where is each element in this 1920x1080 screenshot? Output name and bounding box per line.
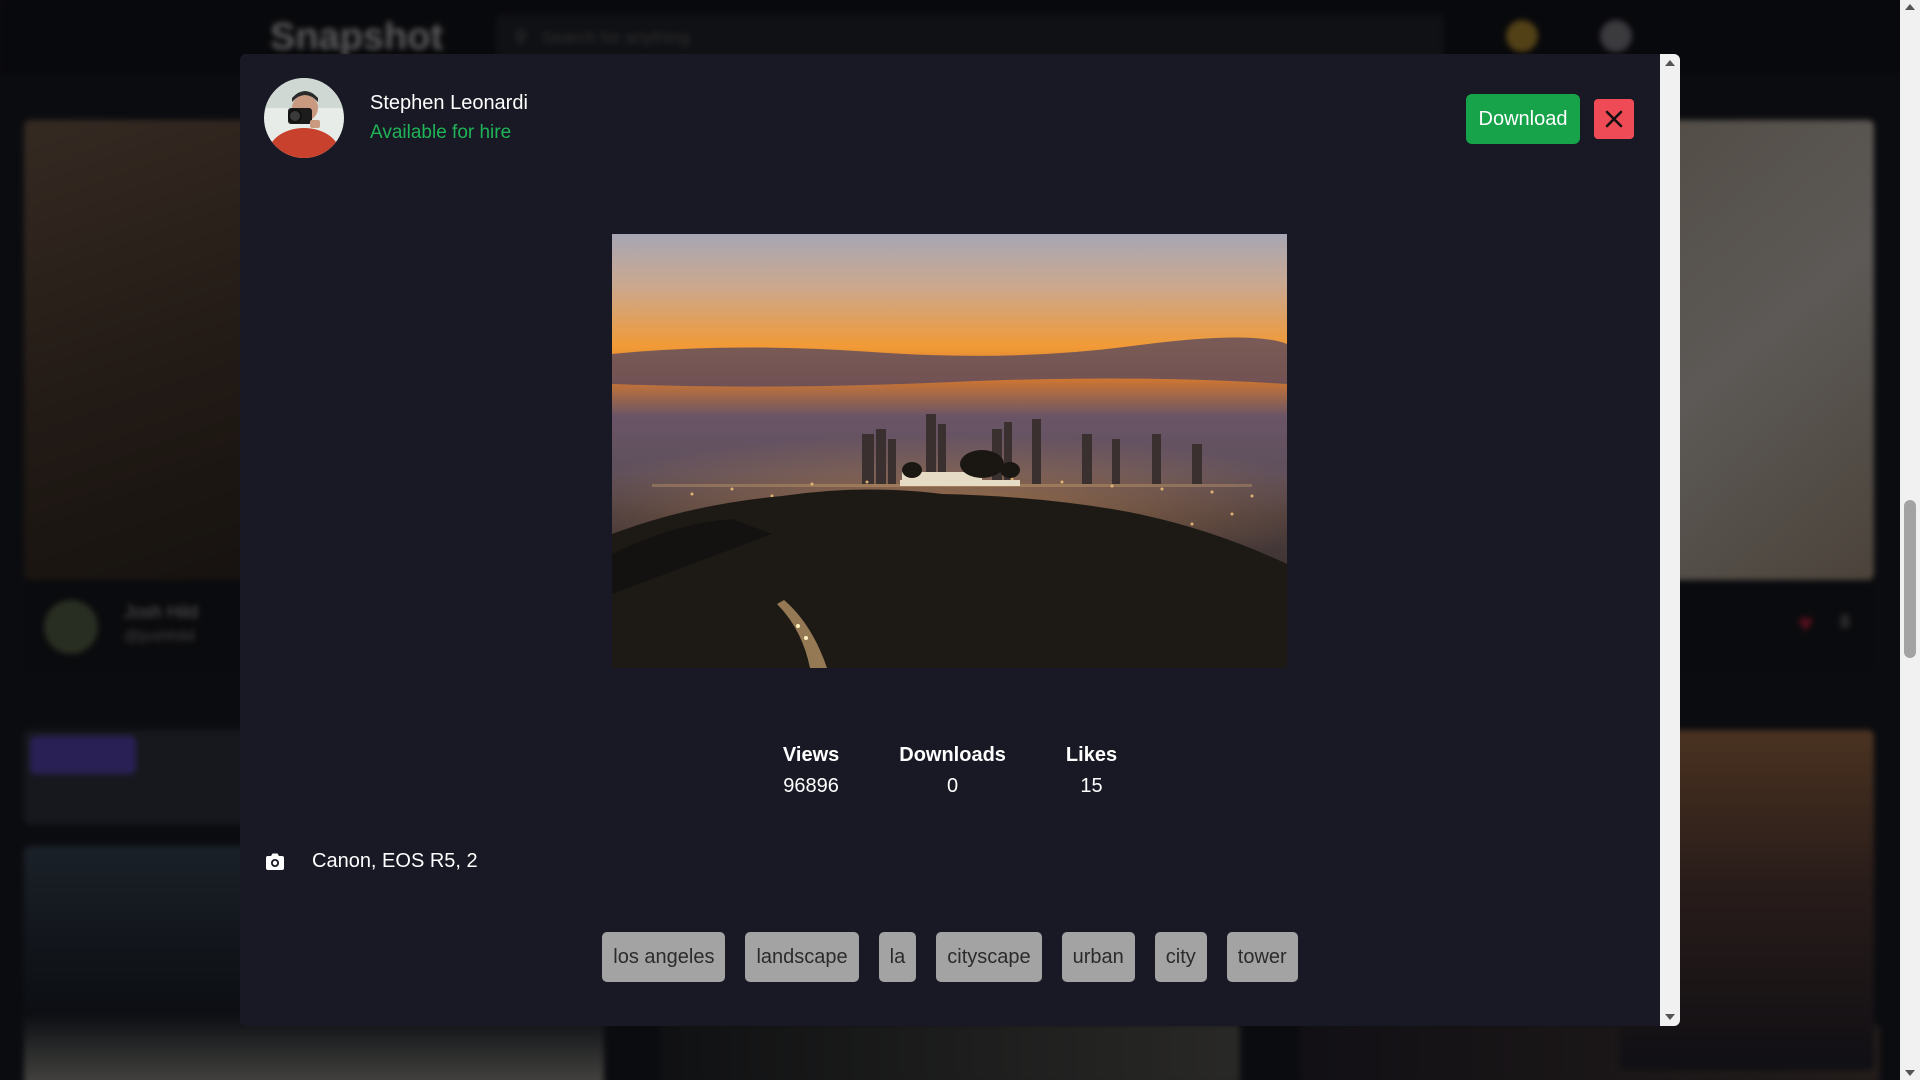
modal-scrollbar[interactable] xyxy=(1660,54,1680,1026)
stat-likes: Likes 15 xyxy=(1036,744,1147,798)
close-button[interactable] xyxy=(1594,99,1634,139)
sponsored-badge xyxy=(30,736,136,774)
scroll-up-arrow-icon[interactable] xyxy=(1905,4,1915,10)
tag-city[interactable]: city xyxy=(1154,932,1207,982)
photographer-name[interactable]: Stephen Leonardi xyxy=(370,92,528,115)
photo-detail-modal: Stephen Leonardi Available for hire Down… xyxy=(240,54,1680,1026)
search-placeholder: Search for anything xyxy=(542,28,690,47)
like-count: 8 xyxy=(1840,612,1851,632)
card-user-handle: @joshhild xyxy=(124,628,195,645)
heart-icon[interactable]: ♥ xyxy=(1798,608,1813,639)
photo-stats: Views 96896 Downloads 0 Likes 15 xyxy=(240,744,1660,798)
scroll-down-arrow-icon[interactable] xyxy=(1905,1070,1915,1076)
scroll-down-arrow-icon[interactable] xyxy=(1665,1014,1675,1020)
tag-urban[interactable]: urban xyxy=(1061,932,1135,982)
tag-tower[interactable]: tower xyxy=(1226,932,1298,982)
stat-label: Downloads xyxy=(899,744,1006,766)
tag-list: los angeles landscape la cityscape urban… xyxy=(240,932,1660,982)
tag-la[interactable]: la xyxy=(878,932,917,982)
stat-views: Views 96896 xyxy=(753,744,869,798)
site-logo[interactable]: Snapshot xyxy=(270,16,443,59)
stat-label: Views xyxy=(782,744,840,766)
tag-cityscape[interactable]: cityscape xyxy=(936,932,1042,982)
card-user-name: Josh Hild xyxy=(124,602,199,622)
tag-landscape[interactable]: landscape xyxy=(745,932,859,982)
photographer-avatar[interactable] xyxy=(264,78,344,158)
hire-status: Available for hire xyxy=(370,122,512,143)
photo-card[interactable] xyxy=(660,1024,1240,1080)
city-skyline-photo xyxy=(612,234,1287,668)
theme-toggle-icon[interactable] xyxy=(1506,20,1538,52)
camera-icon xyxy=(266,853,284,870)
stat-value: 15 xyxy=(1080,775,1103,797)
avatar-image xyxy=(264,78,344,158)
camera-info: Canon, EOS R5, 2 xyxy=(264,850,478,873)
tag-los-angeles[interactable]: los angeles xyxy=(602,932,726,982)
download-button[interactable]: Download xyxy=(1466,94,1580,144)
page-scrollbar[interactable] xyxy=(1900,0,1920,1080)
camera-model: Canon, EOS R5, 2 xyxy=(312,850,478,872)
stat-value: 96896 xyxy=(783,775,839,797)
close-icon xyxy=(1605,110,1623,128)
scroll-up-arrow-icon[interactable] xyxy=(1665,60,1675,66)
stat-value: 0 xyxy=(947,775,959,797)
scrollbar-thumb[interactable] xyxy=(1904,500,1916,658)
avatar[interactable] xyxy=(44,600,98,654)
user-profile-icon[interactable] xyxy=(1600,20,1632,52)
stat-label: Likes xyxy=(1065,744,1118,766)
search-icon: ⚲ xyxy=(514,27,528,47)
main-photo xyxy=(612,234,1287,668)
stat-downloads: Downloads 0 xyxy=(869,744,1036,798)
scrollbar-thumb[interactable] xyxy=(1664,72,1676,1006)
